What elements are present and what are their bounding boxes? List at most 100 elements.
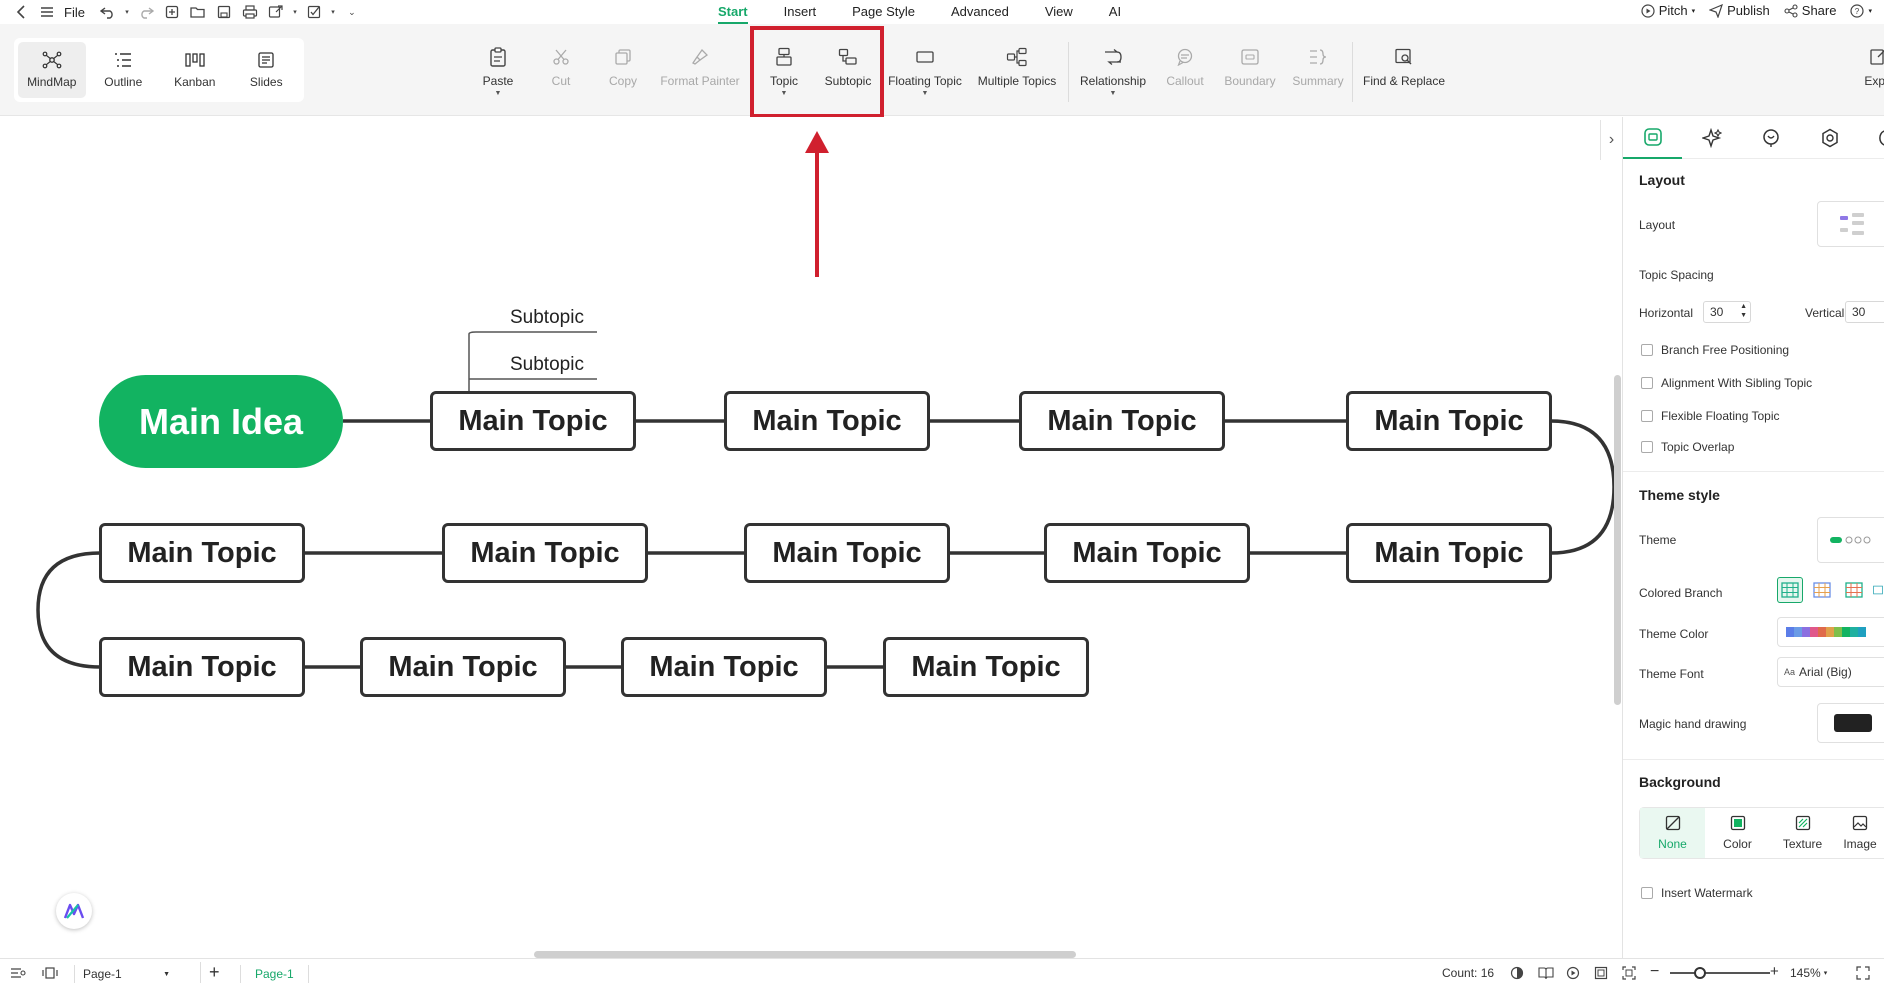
sidebar-toggle-icon[interactable] — [10, 966, 26, 980]
customize-toolbar-icon[interactable]: ⌄ — [341, 3, 363, 21]
main-topic-node[interactable]: Main Topic — [744, 523, 950, 583]
checkbox-box[interactable] — [1641, 887, 1653, 899]
background-color-button[interactable]: Color — [1705, 808, 1770, 858]
vertical-scrollbar[interactable] — [1614, 375, 1621, 705]
view-kanban-button[interactable]: Kanban — [161, 42, 229, 98]
theme-font-select[interactable]: Aa Arial (Big) — [1777, 657, 1884, 687]
export-button[interactable]: Expo — [1858, 24, 1884, 116]
checkbox-box[interactable] — [1641, 377, 1653, 389]
magic-hand-toggle[interactable] — [1817, 703, 1884, 743]
main-topic-node[interactable]: Main Topic — [883, 637, 1089, 697]
checkbox-box[interactable] — [1641, 410, 1653, 422]
format-painter-button[interactable]: Format Painter — [660, 24, 740, 116]
ai-assistant-button[interactable] — [56, 893, 92, 929]
flexible-floating-checkbox[interactable]: Flexible Floating Topic — [1641, 409, 1780, 423]
main-topic-node[interactable]: Main Topic — [621, 637, 827, 697]
theme-toggle-icon[interactable] — [1510, 966, 1524, 980]
main-topic-node[interactable]: Main Topic — [442, 523, 648, 583]
tab-start[interactable]: Start — [718, 4, 748, 24]
menu-icon[interactable] — [36, 3, 58, 21]
publish-button[interactable]: Publish — [1709, 3, 1770, 18]
background-none-button[interactable]: None — [1640, 808, 1705, 858]
view-outline-button[interactable]: Outline — [90, 42, 158, 98]
save-icon[interactable] — [213, 3, 235, 21]
layout-picker[interactable] — [1817, 201, 1884, 247]
panel-tab-icons[interactable] — [1741, 117, 1800, 159]
branch-option-icon[interactable] — [1841, 577, 1867, 603]
share-button[interactable]: Share — [1784, 3, 1836, 18]
page-view-icon[interactable] — [42, 966, 58, 980]
add-page-icon[interactable]: + — [200, 962, 220, 983]
subtopic-node[interactable]: Subtopic — [510, 354, 584, 376]
panel-tab-ai[interactable] — [1682, 117, 1741, 159]
main-topic-node[interactable]: Main Topic — [99, 637, 305, 697]
insert-watermark-checkbox[interactable]: Insert Watermark — [1641, 886, 1753, 900]
multiple-topics-button[interactable]: Multiple Topics — [977, 24, 1057, 116]
book-icon[interactable] — [1538, 966, 1554, 980]
tab-page-style[interactable]: Page Style — [852, 4, 915, 24]
mindmap-canvas[interactable]: Main Idea Subtopic Subtopic Main Topic M… — [0, 117, 1614, 958]
main-topic-node[interactable]: Main Topic — [99, 523, 305, 583]
page-tab[interactable]: Page-1 — [240, 965, 309, 983]
zoom-in-icon[interactable]: + — [1770, 963, 1779, 980]
tab-advanced[interactable]: Advanced — [951, 4, 1009, 24]
play-icon[interactable] — [1566, 966, 1580, 980]
branch-option-icon[interactable] — [1873, 577, 1883, 603]
horizontal-scrollbar[interactable] — [534, 951, 1076, 958]
summary-button[interactable]: Summary — [1292, 24, 1344, 116]
page-select[interactable]: Page-1 ▼ — [74, 965, 174, 983]
export-dropdown-icon[interactable]: ▾ — [291, 3, 299, 21]
background-texture-button[interactable]: Texture — [1770, 808, 1835, 858]
view-slides-button[interactable]: Slides — [233, 42, 301, 98]
cut-button[interactable]: Cut — [541, 24, 581, 116]
main-topic-node[interactable]: Main Topic — [1019, 391, 1225, 451]
undo-dropdown-icon[interactable]: ▾ — [123, 3, 131, 21]
undo-icon[interactable] — [97, 3, 119, 21]
alignment-sibling-checkbox[interactable]: Alignment With Sibling Topic — [1641, 376, 1812, 390]
tab-ai[interactable]: AI — [1109, 4, 1121, 24]
boundary-button[interactable]: Boundary — [1223, 24, 1277, 116]
task-check-icon[interactable] — [303, 3, 325, 21]
stepper-arrows-icon[interactable]: ▲ ▼ — [1740, 302, 1747, 320]
subtopic-node[interactable]: Subtopic — [510, 307, 584, 329]
collapse-panel-button[interactable]: › — [1600, 120, 1622, 160]
back-icon[interactable] — [10, 3, 32, 21]
topic-overlap-checkbox[interactable]: Topic Overlap — [1641, 440, 1734, 454]
callout-button[interactable]: Callout — [1165, 24, 1205, 116]
main-topic-node[interactable]: Main Topic — [1044, 523, 1250, 583]
new-file-icon[interactable] — [161, 3, 183, 21]
main-topic-node[interactable]: Main Topic — [1346, 523, 1552, 583]
find-replace-button[interactable]: Find & Replace — [1363, 24, 1445, 116]
relationship-button[interactable]: Relationship ▼ — [1080, 24, 1146, 116]
theme-picker[interactable] — [1817, 517, 1884, 563]
print-icon[interactable] — [239, 3, 261, 21]
tab-insert[interactable]: Insert — [784, 4, 817, 24]
checkbox-box[interactable] — [1641, 344, 1653, 356]
redo-icon[interactable] — [135, 3, 157, 21]
export-icon[interactable] — [265, 3, 287, 21]
branch-option-icon[interactable] — [1777, 577, 1803, 603]
paste-button[interactable]: Paste ▼ — [478, 24, 518, 116]
vertical-spacing-input[interactable]: 30 — [1845, 301, 1884, 323]
branch-option-icon[interactable] — [1809, 577, 1835, 603]
zoom-out-icon[interactable]: − — [1650, 963, 1659, 981]
pitch-button[interactable]: Pitch ▾ — [1641, 3, 1695, 18]
floating-topic-button[interactable]: Floating Topic ▼ — [888, 24, 962, 116]
view-mindmap-button[interactable]: MindMap — [18, 42, 86, 98]
file-menu[interactable]: File — [64, 5, 85, 20]
task-dropdown-icon[interactable]: ▾ — [329, 3, 337, 21]
theme-color-picker[interactable] — [1777, 617, 1884, 647]
main-topic-node[interactable]: Main Topic — [430, 391, 636, 451]
branch-free-positioning-checkbox[interactable]: Branch Free Positioning — [1641, 343, 1789, 357]
copy-button[interactable]: Copy — [603, 24, 643, 116]
zoom-level[interactable]: 145% ▾ — [1790, 966, 1827, 980]
main-topic-node[interactable]: Main Topic — [724, 391, 930, 451]
main-idea-node[interactable]: Main Idea — [99, 375, 343, 468]
fit-page-icon[interactable] — [1594, 966, 1608, 980]
main-topic-node[interactable]: Main Topic — [1346, 391, 1552, 451]
tab-view[interactable]: View — [1045, 4, 1073, 24]
horizontal-spacing-input[interactable]: 30 ▲ ▼ — [1703, 301, 1751, 323]
checkbox-box[interactable] — [1641, 441, 1653, 453]
background-image-button[interactable]: Image — [1835, 808, 1884, 858]
fullscreen-icon[interactable] — [1856, 966, 1870, 980]
